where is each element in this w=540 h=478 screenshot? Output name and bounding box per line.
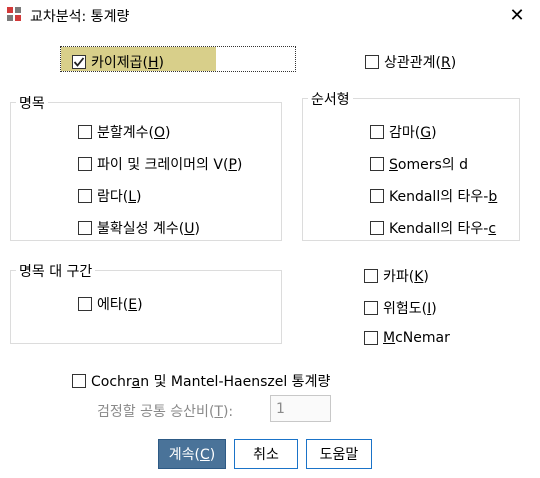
- kendall-tau-b-label: Kendall의 타우-b: [389, 189, 498, 205]
- odds-ratio-label: 검정할 공통 승산비(T):: [97, 404, 234, 420]
- cancel-button-label: 취소: [253, 447, 279, 463]
- cmh-label: Cochran 및 Mantel-Haenszel 통계량: [91, 374, 331, 390]
- chi-square-label: 카이제곱(H): [91, 55, 164, 71]
- phi-cramers-v-label: 파이 및 크레이머의 V(P): [97, 157, 243, 173]
- help-button[interactable]: 도움말: [306, 439, 372, 469]
- lambda-check-box[interactable]: [78, 189, 92, 203]
- contingency-coefficient-checkbox[interactable]: 분할계수(O): [78, 122, 171, 142]
- eta-checkbox[interactable]: 에타(E): [78, 294, 143, 314]
- correlation-label: 상관관계(R): [384, 55, 457, 71]
- nominal-by-interval-group: [10, 270, 282, 344]
- checkmark-icon: [73, 57, 85, 67]
- odds-ratio-input[interactable]: 1: [270, 395, 331, 422]
- somers-d-checkbox[interactable]: Somers의 d: [370, 154, 468, 174]
- risk-check-box[interactable]: [364, 301, 378, 315]
- contingency-coefficient-check-box[interactable]: [78, 125, 92, 139]
- title-bar: 교차분석: 통계량 ✕: [0, 0, 540, 30]
- continue-button-label: 계속(C): [168, 447, 216, 463]
- kappa-checkbox[interactable]: 카파(K): [364, 266, 429, 286]
- kendall-tau-b-checkbox[interactable]: Kendall의 타우-b: [370, 186, 497, 206]
- cancel-button[interactable]: 취소: [234, 439, 298, 469]
- phi-cramers-v-check-box[interactable]: [78, 157, 92, 171]
- correlation-check-box[interactable]: [365, 55, 379, 69]
- kappa-label: 카파(K): [383, 269, 429, 285]
- close-button[interactable]: ✕: [500, 2, 534, 28]
- kendall-tau-c-check-box[interactable]: [370, 221, 384, 235]
- risk-checkbox[interactable]: 위험도(I): [364, 298, 437, 318]
- uncertainty-coefficient-label: 불확실성 계수(U): [97, 221, 200, 237]
- risk-label: 위험도(I): [383, 301, 437, 317]
- correlation-checkbox[interactable]: 상관관계(R): [365, 52, 456, 72]
- lambda-label: 람다(L): [97, 189, 142, 205]
- cmh-checkbox[interactable]: Cochran 및 Mantel-Haenszel 통계량: [72, 371, 330, 391]
- eta-label: 에타(E): [97, 297, 143, 313]
- crosstabs-app-icon: [6, 6, 22, 22]
- eta-check-box[interactable]: [78, 297, 92, 311]
- chi-square-checkbox[interactable]: 카이제곱(H): [72, 52, 164, 72]
- odds-ratio-value: 1: [276, 400, 285, 417]
- uncertainty-coefficient-checkbox[interactable]: 불확실성 계수(U): [78, 218, 200, 238]
- mcnemar-label: McNemar: [383, 330, 450, 346]
- nominal-group-title: 명목: [16, 93, 48, 113]
- help-button-label: 도움말: [319, 447, 359, 463]
- kendall-tau-c-label: Kendall의 타우-c: [389, 221, 497, 237]
- ordinal-group-title: 순서형: [308, 89, 353, 109]
- somers-d-check-box[interactable]: [370, 157, 384, 171]
- gamma-checkbox[interactable]: 감마(G): [370, 122, 437, 142]
- phi-cramers-v-checkbox[interactable]: 파이 및 크레이머의 V(P): [78, 154, 242, 174]
- cmh-check-box[interactable]: [72, 374, 86, 388]
- kendall-tau-c-checkbox[interactable]: Kendall의 타우-c: [370, 218, 496, 238]
- gamma-label: 감마(G): [389, 125, 437, 141]
- window-title: 교차분석: 통계량: [30, 9, 130, 25]
- mcnemar-checkbox[interactable]: McNemar: [364, 330, 450, 346]
- gamma-check-box[interactable]: [370, 125, 384, 139]
- continue-button[interactable]: 계속(C): [158, 439, 226, 469]
- close-icon: ✕: [509, 4, 525, 26]
- lambda-checkbox[interactable]: 람다(L): [78, 186, 142, 206]
- nominal-by-interval-title: 명목 대 구간: [16, 261, 96, 281]
- contingency-coefficient-label: 분할계수(O): [97, 125, 171, 141]
- uncertainty-coefficient-check-box[interactable]: [78, 221, 92, 235]
- somers-d-label: Somers의 d: [389, 157, 468, 173]
- mcnemar-check-box[interactable]: [364, 331, 378, 345]
- kappa-check-box[interactable]: [364, 269, 378, 283]
- chi-square-check-box[interactable]: [72, 55, 86, 69]
- kendall-tau-b-check-box[interactable]: [370, 189, 384, 203]
